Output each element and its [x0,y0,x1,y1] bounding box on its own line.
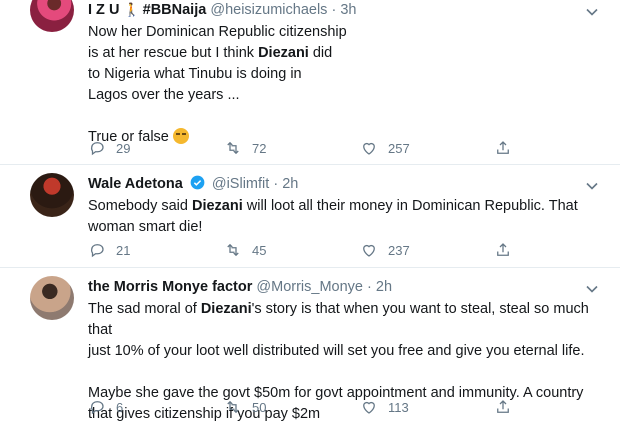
retweet-count: 45 [252,242,267,258]
verified-icon [190,175,205,190]
like-count: 257 [388,140,410,156]
author-handle[interactable]: @Morris_Monye [256,279,363,295]
tweet-text-segment: The sad moral of [88,301,201,317]
like-count: 113 [388,399,409,415]
share-button[interactable] [494,240,522,260]
author-handle[interactable]: @iSlimfit [212,176,269,192]
retweet-count: 50 [252,399,267,415]
tweet-text-line: woman smart die! [88,219,203,235]
retweet-icon [227,141,239,155]
retweet-icon [227,243,239,257]
avatar[interactable] [30,173,74,217]
retweet-count: 72 [252,140,267,156]
tweet-feed: I Z U 🚶 #BBNaija @heisizumichaels · 3h No… [0,0,620,422]
share-icon [497,141,509,154]
like-icon [363,401,375,414]
avatar[interactable] [30,0,74,32]
share-icon [497,243,509,256]
separator-dot: · [273,176,279,192]
tweet-actions: 29 72 257 [88,138,528,158]
tweet-text-segment: will loot all their money in Dominican R… [242,198,578,214]
like-button[interactable]: 113 [360,397,409,417]
tweet-text-line: is at her rescue but I think Diezani did [88,43,588,64]
tweet-actions: 21 45 237 [88,240,528,260]
tweet-text-segment: is at her rescue but I think [88,45,259,61]
reply-count: 29 [116,140,131,156]
like-button[interactable]: 257 [360,138,410,158]
chevron-down-icon[interactable] [584,281,600,297]
reply-count: 21 [116,242,131,258]
tweet-text-line: The sad moral of Diezani's story is that… [88,299,608,341]
like-count: 237 [388,242,410,258]
reply-icon [90,244,104,258]
tweet-actions: 6 50 113 [88,397,528,417]
tweet-text-line: just 10% of your loot well distributed w… [88,343,585,359]
tweet-header: I Z U 🚶 #BBNaija @heisizumichaels · 3h [88,0,580,20]
retweet-button[interactable]: 72 [224,138,266,158]
share-button[interactable] [494,397,522,417]
tweet-text-line: Lagos over the years ... [88,87,240,103]
retweet-button[interactable]: 50 [224,397,266,417]
author-name[interactable]: I Z U [88,2,119,18]
tweet[interactable]: I Z U 🚶 #BBNaija @heisizumichaels · 3h No… [0,0,620,164]
tweet-header: the Morris Monye factor @Morris_Monye · … [88,277,580,297]
reply-button[interactable]: 21 [88,240,130,260]
chevron-down-icon[interactable] [584,178,600,194]
tweet-text-segment: Somebody said [88,198,192,214]
author-handle[interactable]: @heisizumichaels [210,2,327,18]
reply-count: 6 [116,399,124,415]
share-icon [497,400,509,413]
reply-button[interactable]: 29 [88,138,130,158]
separator-dot: · [367,279,372,295]
tweet[interactable]: the Morris Monye factor @Morris_Monye · … [0,268,620,422]
highlighted-term: Diezani [200,301,252,317]
reply-icon [90,401,104,415]
like-icon [363,142,375,155]
walking-person-icon: 🚶 [123,2,140,17]
highlighted-term: Diezani [191,198,243,214]
tweet-text-line: to Nigeria what Tinubu is doing in [88,66,302,82]
tweet-text-line: Somebody said Diezani will loot all thei… [88,196,588,217]
separator-dot: · [331,2,337,18]
tweet-time[interactable]: 2h [282,176,298,192]
share-button[interactable] [494,138,522,158]
retweet-button[interactable]: 45 [224,240,266,260]
reply-button[interactable]: 6 [88,397,123,417]
tweet-text: Now her Dominican Republic citizenship i… [88,22,588,148]
tweet-text: Somebody said Diezani will loot all thei… [88,196,588,238]
retweet-icon [227,400,239,414]
chevron-down-icon[interactable] [584,4,600,20]
reply-icon [90,142,104,156]
like-button[interactable]: 237 [360,240,410,260]
tweet-time[interactable]: 3h [340,2,356,18]
tweet-time[interactable]: 2h [376,279,392,295]
tweet-text-line: Now her Dominican Republic citizenship [88,24,347,40]
tweet[interactable]: Wale Adetona @iSlimfit · 2h Somebody sai… [0,165,620,267]
avatar[interactable] [30,276,74,320]
author-name-suffix[interactable]: #BBNaija [143,2,207,18]
author-name[interactable]: Wale Adetona [88,176,183,192]
like-icon [363,244,375,257]
tweet-text-segment: did [308,45,333,61]
author-name[interactable]: the Morris Monye factor [88,279,252,295]
tweet-header: Wale Adetona @iSlimfit · 2h [88,174,580,194]
highlighted-term: Diezani [258,45,309,61]
